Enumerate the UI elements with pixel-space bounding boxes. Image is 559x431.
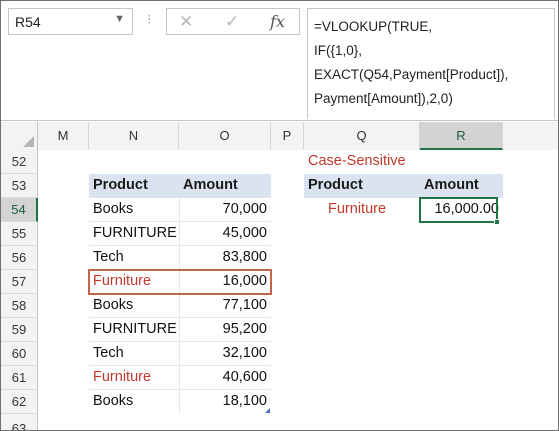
row-header-55[interactable]: 55 xyxy=(1,222,38,246)
row-header-54[interactable]: 54 xyxy=(1,198,38,222)
name-box[interactable]: R54 ▼ xyxy=(8,8,133,35)
row-header-61[interactable]: 61 xyxy=(1,366,38,390)
table-divider xyxy=(89,245,271,246)
column-header-o[interactable]: O xyxy=(179,122,271,150)
worksheet-grid: M N O P Q R 52 53 54 55 56 57 58 59 60 6… xyxy=(1,122,558,430)
formula-line: =VLOOKUP(TRUE, xyxy=(314,19,433,34)
drag-handle-icon[interactable]: ⁝ xyxy=(147,11,152,28)
chevron-down-icon[interactable]: ▼ xyxy=(114,13,125,25)
table-cell-amount[interactable]: 32,100 xyxy=(179,342,271,366)
formula-line: EXACT(Q54,Payment[Product]), xyxy=(314,67,509,82)
row-header-52[interactable]: 52 xyxy=(1,150,38,174)
table-cell-product[interactable]: FURNITURE xyxy=(89,318,179,342)
row-header-57[interactable]: 57 xyxy=(1,270,38,294)
table-divider xyxy=(89,341,271,342)
row-header-59[interactable]: 59 xyxy=(1,318,38,342)
column-header-r[interactable]: R xyxy=(420,122,503,150)
row-header-56[interactable]: 56 xyxy=(1,246,38,270)
table-cell-product[interactable]: Books xyxy=(89,198,179,222)
row-header-60[interactable]: 60 xyxy=(1,342,38,366)
lookup-header-product[interactable]: Product xyxy=(304,174,420,198)
name-box-value: R54 xyxy=(15,14,41,30)
table-cell-amount[interactable]: 40,600 xyxy=(179,366,271,390)
lookup-title[interactable]: Case-Sensitive xyxy=(304,150,464,174)
formula-input[interactable]: =VLOOKUP(TRUE, IF({1,0}, EXACT(Q54,Payme… xyxy=(307,8,555,119)
table-cell-product[interactable]: Furniture xyxy=(89,366,179,390)
table-divider xyxy=(179,198,180,414)
table-divider xyxy=(89,365,271,366)
table-header-product[interactable]: Product xyxy=(89,174,179,198)
table-cell-amount[interactable]: 70,000 xyxy=(179,198,271,222)
table-cell-amount[interactable]: 45,000 xyxy=(179,222,271,246)
table-cell-amount[interactable]: 95,200 xyxy=(179,318,271,342)
table-cell-amount[interactable]: 18,100 xyxy=(179,390,271,414)
table-cell-product[interactable]: Books xyxy=(89,294,179,318)
select-all-icon xyxy=(23,136,34,147)
column-header-blank xyxy=(503,122,558,150)
table-cell-amount[interactable]: 83,800 xyxy=(179,246,271,270)
table-resize-handle-icon[interactable] xyxy=(265,408,270,413)
cancel-icon[interactable]: ✕ xyxy=(179,12,193,32)
table-cell-product[interactable]: FURNITURE xyxy=(89,222,179,246)
row-header-53[interactable]: 53 xyxy=(1,174,38,198)
fill-handle[interactable] xyxy=(494,219,500,225)
table-header-amount[interactable]: Amount xyxy=(179,174,271,198)
match-highlight xyxy=(88,269,272,295)
formula-line: IF({1,0}, xyxy=(314,43,363,58)
formula-buttons: ✕ ✓ fx xyxy=(166,8,300,35)
column-header-p[interactable]: P xyxy=(271,122,304,150)
table-cell-amount[interactable]: 77,100 xyxy=(179,294,271,318)
table-cell-product[interactable]: Books xyxy=(89,390,179,414)
row-header-62[interactable]: 62 xyxy=(1,390,38,414)
table-divider xyxy=(89,317,271,318)
formula-bar: R54 ▼ ⁝ ✕ ✓ fx =VLOOKUP(TRUE, IF({1,0}, … xyxy=(1,1,558,121)
row-header-58[interactable]: 58 xyxy=(1,294,38,318)
insert-function-icon[interactable]: fx xyxy=(270,12,285,31)
table-divider xyxy=(89,221,271,222)
column-header-row: M N O P Q R xyxy=(1,122,558,150)
column-header-m[interactable]: M xyxy=(38,122,89,150)
excel-window: R54 ▼ ⁝ ✕ ✓ fx =VLOOKUP(TRUE, IF({1,0}, … xyxy=(0,0,559,431)
table-cell-product[interactable]: Tech xyxy=(89,246,179,270)
enter-icon[interactable]: ✓ xyxy=(225,12,239,32)
row-header-63[interactable]: 63 xyxy=(1,414,38,430)
active-cell-border xyxy=(419,197,498,223)
formula-line: Payment[Amount]),2,0) xyxy=(314,91,453,106)
lookup-product-input[interactable]: Furniture xyxy=(304,198,420,222)
column-header-q[interactable]: Q xyxy=(304,122,420,150)
lookup-header-amount[interactable]: Amount xyxy=(420,174,503,198)
table-divider xyxy=(89,389,271,390)
table-cell-product[interactable]: Tech xyxy=(89,342,179,366)
column-header-n[interactable]: N xyxy=(89,122,179,150)
select-all-button[interactable] xyxy=(1,122,38,150)
